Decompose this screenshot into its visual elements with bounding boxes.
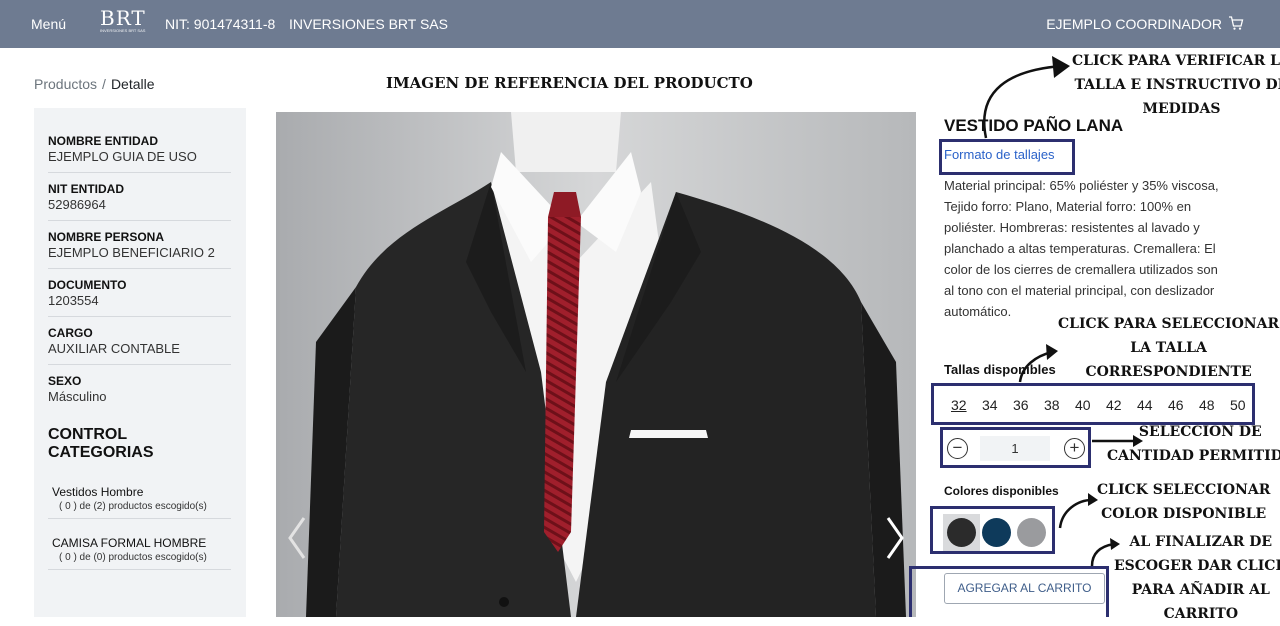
add-to-cart-button[interactable]: AGREGAR AL CARRITO	[944, 573, 1105, 604]
size-selector: 32 34 36 38 40 42 44 46 48 50	[951, 397, 1261, 413]
size-option[interactable]: 50	[1230, 397, 1261, 413]
field-sex: SEXO Másculino	[48, 374, 107, 404]
company-nit: NIT: 901474311-8	[165, 16, 276, 32]
color-swatch[interactable]	[1017, 518, 1046, 547]
size-option[interactable]: 38	[1044, 397, 1075, 413]
decrement-quantity-button[interactable]: −	[947, 438, 968, 459]
user-name[interactable]: EJEMPLO COORDINADOR	[1046, 16, 1222, 32]
color-swatch[interactable]	[947, 518, 976, 547]
product-image-carousel	[276, 112, 916, 617]
breadcrumb-current: Detalle	[110, 76, 155, 92]
increment-quantity-button[interactable]: +	[1064, 438, 1085, 459]
field-position: CARGO AUXILIAR CONTABLE	[48, 326, 231, 365]
size-option[interactable]: 32	[951, 397, 982, 413]
field-entity-name: NOMBRE ENTIDAD EJEMPLO GUIA DE USO	[48, 134, 231, 173]
arrow-color	[1058, 498, 1093, 529]
annotation-size-guide: CLICK PARA VERIFICAR LA TALLA E INSTRUCTI…	[1072, 53, 1280, 117]
field-entity-nit: NIT ENTIDAD 52986964	[48, 182, 231, 221]
carousel-prev-arrow[interactable]	[282, 510, 312, 566]
size-format-link[interactable]: Formato de tallajes	[944, 147, 1055, 162]
beneficiary-sidebar: NOMBRE ENTIDAD EJEMPLO GUIA DE USO NIT EN…	[34, 108, 246, 617]
product-image	[276, 112, 916, 617]
annotation-cart: AL FINALIZAR DE ESCOGER DAR CLICK PARA AÑA…	[1114, 534, 1280, 622]
annotation-color: CLICK SELECCIONAR COLOR DISPONIBLE	[1097, 482, 1271, 522]
sizes-label: Tallas disponibles	[944, 362, 1056, 377]
company-name: INVERSIONES BRT SAS	[289, 16, 448, 32]
size-option[interactable]: 44	[1137, 397, 1168, 413]
company-logo: BRT INVERSIONES BRT SAS	[100, 6, 146, 33]
size-option[interactable]: 42	[1106, 397, 1137, 413]
size-option[interactable]: 34	[982, 397, 1013, 413]
size-option[interactable]: 46	[1168, 397, 1199, 413]
annotation-select-size: CLICK PARA SELECCIONAR LA TALLA CORRESPOND…	[1058, 316, 1280, 380]
quantity-input[interactable]: 1	[980, 436, 1050, 461]
top-navbar: Menú BRT INVERSIONES BRT SAS NIT: 901474…	[0, 0, 1280, 48]
reference-image-title: IMAGEN DE REFERENCIA DEL PRODUCTO	[386, 74, 753, 92]
annotation-quantity: SELECCION DE CANTIDAD PERMITIDA	[1107, 424, 1280, 464]
menu-button[interactable]: Menú	[31, 16, 66, 32]
field-document: DOCUMENTO 1203554	[48, 278, 231, 317]
carousel-next-arrow[interactable]	[880, 510, 910, 566]
size-option[interactable]: 36	[1013, 397, 1044, 413]
colors-label: Colores disponibles	[944, 484, 1059, 498]
category-item: CAMISA FORMAL HOMBRE( 0 ) de (0) product…	[48, 535, 231, 570]
categories-title: CONTROL CATEGORIAS	[48, 426, 154, 461]
breadcrumb-separator: /	[102, 76, 106, 92]
arrow-cart	[1090, 542, 1115, 567]
shopping-cart-icon[interactable]	[1228, 15, 1244, 31]
product-description: Material principal: 65% poliéster y 35% …	[944, 178, 1219, 319]
size-option[interactable]: 40	[1075, 397, 1106, 413]
breadcrumb-products-link[interactable]: Productos	[34, 76, 97, 92]
breadcrumb: Productos / Detalle	[34, 76, 155, 92]
size-option[interactable]: 48	[1199, 397, 1230, 413]
category-item: Vestidos Hombre( 0 ) de (2) productos es…	[48, 484, 231, 519]
field-person-name: NOMBRE PERSONA EJEMPLO BENEFICIARIO 2	[48, 230, 231, 269]
color-swatch[interactable]	[982, 518, 1011, 547]
